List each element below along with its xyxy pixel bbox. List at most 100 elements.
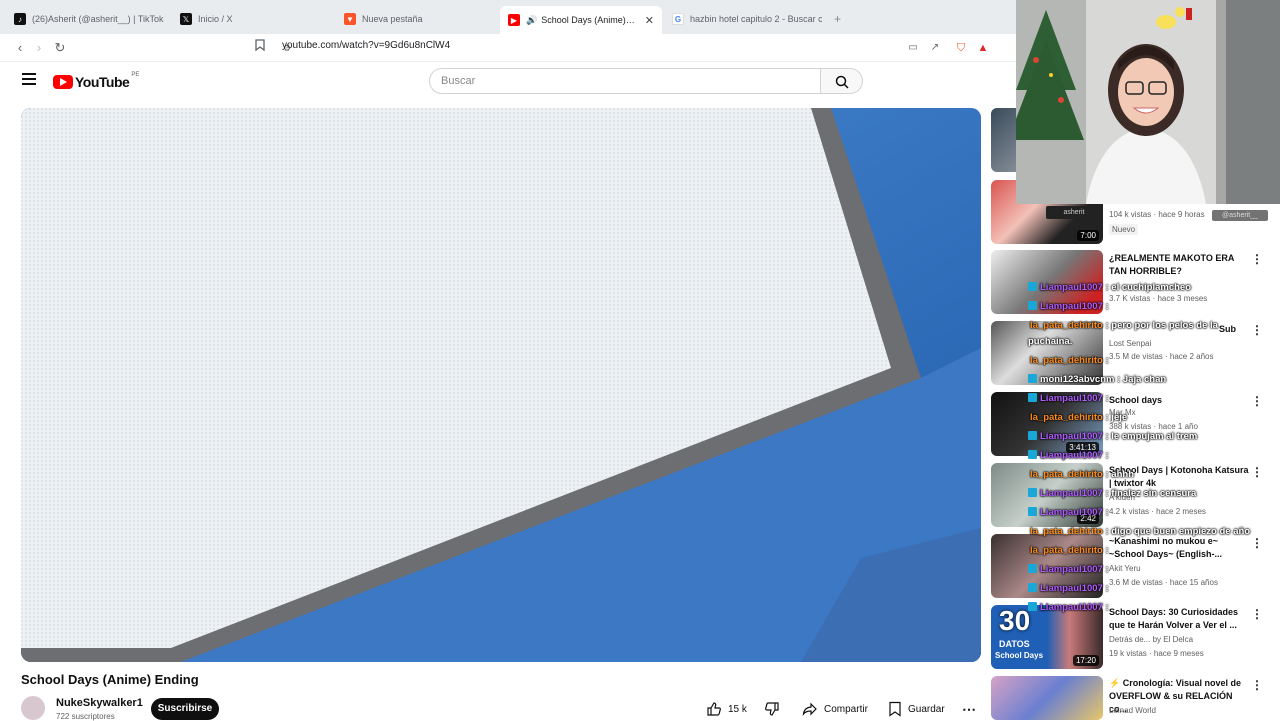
- thumbnail-caption: DATOS: [999, 639, 1030, 649]
- channel-name[interactable]: Leinad World: [1109, 706, 1156, 715]
- save-label: Guardar: [908, 703, 945, 715]
- more-actions-button[interactable]: ⋯: [962, 698, 976, 720]
- channel-name[interactable]: Detrás de... by El Delca: [1109, 635, 1193, 644]
- video-player[interactable]: [21, 108, 981, 662]
- chat-username: Liampaul1007: [1040, 301, 1103, 312]
- tab-label: hazbin hotel capitulo 2 - Buscar con: [690, 14, 822, 24]
- video-title[interactable]: ¿REALMENTE MAKOTO ERA TAN HORRIBLE?: [1109, 252, 1249, 278]
- channel-name[interactable]: NukeSkywalker1: [56, 697, 143, 709]
- chat-message: Liampaul1007 : el cuchiplamcheo: [1028, 282, 1191, 293]
- forward-arrow-icon[interactable]: ›: [30, 39, 48, 57]
- dislike-button[interactable]: [764, 698, 780, 720]
- video-title[interactable]: School days: [1109, 394, 1249, 407]
- brave-rewards-icon[interactable]: ▲: [974, 39, 992, 57]
- chat-username: la_pata_dehirito: [1030, 469, 1103, 480]
- kebab-menu-icon[interactable]: ⋮: [1251, 678, 1263, 692]
- thumbs-down-icon: [765, 702, 779, 716]
- channel-name[interactable]: Lost Senpai: [1109, 339, 1151, 348]
- menu-icon[interactable]: [22, 73, 36, 85]
- tab-tiktok[interactable]: ♪ (26)Asherit (@asherit__) | TikTok: [14, 8, 164, 30]
- search-button[interactable]: [821, 68, 863, 94]
- new-badge: Nuevo: [1109, 224, 1139, 235]
- youtube-logo[interactable]: YouTube PE: [53, 72, 139, 90]
- chat-badge-icon: [1028, 564, 1037, 573]
- chat-username: Liampaul1007: [1040, 282, 1103, 293]
- chat-badge-icon: [1028, 450, 1037, 459]
- chat-message: la_pata_dehirito :: [1030, 545, 1109, 556]
- chat-username: la_pata_dehirito: [1030, 412, 1103, 423]
- video-title[interactable]: School Days: 30 Curiosidades que te Hará…: [1109, 606, 1249, 632]
- kebab-menu-icon[interactable]: ⋮: [1251, 394, 1263, 408]
- chat-text: :: [1102, 450, 1109, 461]
- video-title: School Days (Anime) Ending: [21, 672, 199, 687]
- chat-text: : ahhh: [1102, 469, 1134, 480]
- x-icon: 𝕏: [180, 13, 192, 25]
- tab-google[interactable]: G hazbin hotel capitulo 2 - Buscar con: [672, 8, 822, 30]
- chat-text: :: [1102, 583, 1109, 594]
- video-title[interactable]: ~Kanashimi no mukou e~ ~School Days~ (En…: [1109, 535, 1249, 561]
- logo-text: YouTube: [75, 74, 130, 90]
- channel-avatar[interactable]: [21, 696, 45, 720]
- kebab-menu-icon[interactable]: ⋮: [1251, 252, 1263, 266]
- tab-label: Nueva pestaña: [362, 14, 423, 24]
- chat-badge-icon: [1028, 507, 1037, 516]
- kebab-menu-icon[interactable]: ⋮: [1251, 323, 1263, 337]
- channel-name[interactable]: Akit Yeru: [1109, 564, 1141, 573]
- close-icon[interactable]: ✕: [645, 14, 654, 27]
- tab-x[interactable]: 𝕏 Inicio / X: [180, 8, 300, 30]
- webcam-image: [1016, 0, 1280, 204]
- back-arrow-icon[interactable]: ‹: [11, 39, 29, 57]
- chat-text: : digo que buen empiezo de año: [1102, 526, 1251, 537]
- video-meta: 388 k vistas · hace 1 año: [1109, 422, 1198, 431]
- video-meta: 19 k vistas · hace 9 meses: [1109, 649, 1204, 658]
- video-meta: 3.7 K vistas · hace 3 meses: [1109, 294, 1208, 303]
- speaker-icon[interactable]: 🔊: [526, 15, 537, 26]
- chat-badge-icon: [1028, 602, 1037, 611]
- share-arrow-icon: [802, 702, 817, 717]
- tab-youtube-active[interactable]: ▶ 🔊 School Days (Anime) Ending ✕: [500, 6, 662, 34]
- video-title-fragment[interactable]: Sub: [1219, 323, 1249, 336]
- reload-icon[interactable]: ↻: [51, 39, 69, 57]
- save-button[interactable]: Guardar: [888, 698, 945, 720]
- chat-message: puchaina.: [1028, 336, 1072, 347]
- reader-mode-icon[interactable]: ▭: [904, 39, 922, 57]
- new-tab-button[interactable]: +: [834, 12, 841, 26]
- share-icon[interactable]: ↗: [926, 39, 944, 57]
- video-thumbnail[interactable]: 30 DATOS School Days 17:20: [991, 605, 1103, 669]
- subscribe-button[interactable]: Suscribirse: [151, 698, 219, 720]
- chat-message: la_pata_dehirito : ahhh: [1030, 469, 1134, 480]
- video-thumbnail[interactable]: [991, 676, 1103, 720]
- streamer-webcam: [1016, 0, 1280, 204]
- chat-text: puchaina.: [1028, 336, 1073, 347]
- chat-badge-icon: [1028, 301, 1037, 310]
- youtube-icon: ▶: [508, 14, 520, 26]
- kebab-menu-icon[interactable]: ⋮: [1251, 607, 1263, 621]
- chat-badge-icon: [1028, 282, 1037, 291]
- thumbnail-caption: School Days: [995, 651, 1044, 660]
- video-duration: 7:00: [1077, 230, 1099, 241]
- tab-new-tab[interactable]: ▼ Nueva pestaña: [344, 8, 474, 30]
- bookmark-icon[interactable]: [251, 39, 269, 57]
- recommendation-item[interactable]: ⚡ Cronología: Visual novel de OVERFLOW &…: [991, 676, 1280, 720]
- like-button[interactable]: 15 k: [706, 698, 747, 720]
- kebab-menu-icon[interactable]: ⋮: [1251, 465, 1263, 479]
- url-bar[interactable]: youtube.com/watch?v=9Gd6u8nClW4: [282, 40, 450, 51]
- share-button[interactable]: Compartir: [802, 698, 868, 720]
- recommendation-item[interactable]: 30 DATOS School Days 17:20 School Days: …: [991, 605, 1280, 671]
- search-input[interactable]: Buscar: [429, 68, 821, 94]
- chat-badge-icon: [1028, 488, 1037, 497]
- chat-message: la_pata_dehirito : jeje: [1030, 412, 1127, 423]
- chat-message: la_pata_dehirito :: [1030, 355, 1109, 366]
- chat-text: :: [1102, 393, 1109, 404]
- chat-username: Liampaul1007: [1040, 602, 1103, 613]
- chat-username: la_pata_dehirito: [1030, 320, 1103, 331]
- overlay-handle: @asherit__: [1212, 210, 1268, 221]
- tab-label: Inicio / X: [198, 14, 233, 24]
- chat-username: Liampaul1007: [1040, 488, 1103, 499]
- tab-label: (26)Asherit (@asherit__) | TikTok: [32, 14, 164, 24]
- save-bookmark-icon: [889, 701, 901, 717]
- kebab-menu-icon[interactable]: ⋮: [1251, 536, 1263, 550]
- brave-shield-icon[interactable]: ⛉: [952, 39, 970, 57]
- video-meta: 104 k vistas · hace 9 horas: [1109, 210, 1205, 219]
- video-frame: [21, 108, 981, 662]
